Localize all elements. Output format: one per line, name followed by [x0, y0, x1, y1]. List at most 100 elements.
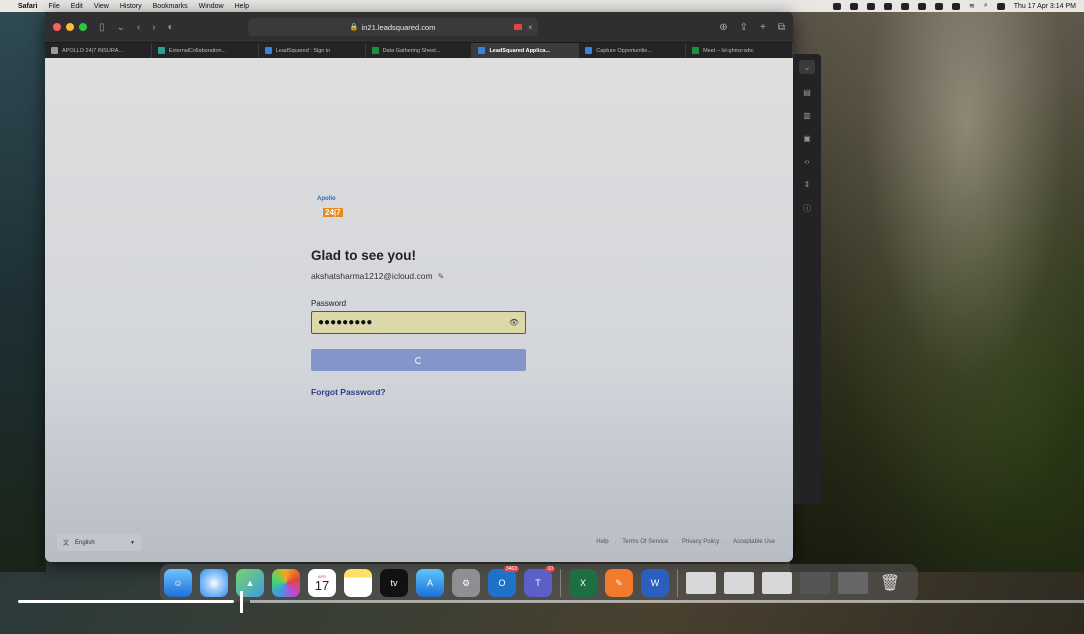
favicon-icon: [51, 47, 58, 54]
back-icon[interactable]: ‹: [137, 22, 140, 33]
tab-overview-icon[interactable]: ⧉: [778, 22, 785, 33]
password-field[interactable]: ●●●●●●●●● 👁: [311, 311, 526, 334]
tab-meet[interactable]: Meet – lxl-ghmz-wbc: [686, 43, 793, 58]
minimized-window-thumbnail[interactable]: [838, 572, 868, 594]
elements-icon[interactable]: ▤: [803, 88, 811, 97]
toolbar-actions: ⊕ ⇪ + ⧉: [719, 22, 785, 33]
recording-icon[interactable]: [513, 24, 522, 30]
calendar-day: 17: [314, 577, 330, 593]
app-store-icon[interactable]: A: [416, 569, 444, 597]
tab-label: APOLLO 24|7 INSURA...: [62, 47, 124, 54]
finder-icon[interactable]: ☺: [164, 569, 192, 597]
battery-icon[interactable]: [951, 2, 960, 10]
new-tab-icon[interactable]: +: [760, 22, 766, 33]
status-icon[interactable]: [849, 2, 858, 10]
minimized-window-thumbnail[interactable]: [800, 572, 830, 594]
tab-external-collaboration[interactable]: ExternalCollaboration...: [152, 43, 259, 58]
status-icon[interactable]: [934, 2, 943, 10]
minimize-window-button[interactable]: [66, 23, 74, 31]
page-footer: 文 English ▼ Help . Terms Of Service . Pr…: [45, 534, 793, 556]
favicon-icon: [371, 47, 379, 54]
forgot-password-link[interactable]: Forgot Password?: [311, 387, 386, 397]
cloud-icon[interactable]: [866, 2, 875, 10]
close-icon[interactable]: ×: [528, 23, 533, 32]
menu-window[interactable]: Window: [199, 3, 224, 10]
outlook-icon[interactable]: O 3463: [488, 566, 519, 597]
menu-help[interactable]: Help: [235, 3, 249, 10]
document-icon[interactable]: ▥: [803, 111, 811, 120]
notes-icon[interactable]: [344, 569, 372, 597]
search-icon[interactable]: ⌕: [984, 2, 988, 10]
status-icon[interactable]: [883, 2, 892, 10]
excel-icon[interactable]: X: [569, 569, 597, 597]
close-window-button[interactable]: [53, 23, 61, 31]
menu-file[interactable]: File: [48, 3, 59, 10]
privacy-shield-icon[interactable]: ◐: [168, 22, 174, 33]
language-select[interactable]: 文 English ▼: [57, 534, 141, 551]
minimized-window-thumbnail[interactable]: [762, 572, 792, 594]
forward-icon[interactable]: ›: [152, 22, 155, 33]
chevron-down-icon[interactable]: ⌄: [799, 60, 815, 74]
terms-link[interactable]: Terms Of Service: [622, 539, 668, 545]
favicon-icon: [692, 47, 700, 54]
menu-edit[interactable]: Edit: [71, 3, 83, 10]
apollo-logo: Apollo 24|7: [317, 196, 345, 218]
notification-badge: 10: [545, 566, 555, 572]
trash-icon[interactable]: 🗑: [876, 569, 904, 597]
window-controls: [53, 23, 87, 31]
tab-data-gathering[interactable]: Data Gathering Sheet...: [366, 43, 473, 58]
edit-email-icon[interactable]: ✎: [438, 272, 445, 281]
settings-icon[interactable]: ⚙: [452, 569, 480, 597]
calendar-icon[interactable]: APR 17: [308, 569, 336, 597]
menu-history[interactable]: History: [120, 3, 142, 10]
menu-view[interactable]: View: [94, 3, 109, 10]
code-icon[interactable]: ‹›: [804, 157, 809, 166]
wifi-icon[interactable]: ≋: [969, 2, 975, 10]
photos-icon[interactable]: [272, 569, 300, 597]
menu-bookmarks[interactable]: Bookmarks: [153, 3, 188, 10]
tab-leadsquared-signin[interactable]: LeadSquared : Sign in: [259, 43, 366, 58]
chevron-down-icon[interactable]: ⌄: [117, 22, 125, 33]
status-icon[interactable]: [917, 2, 926, 10]
zoom-window-button[interactable]: [79, 23, 87, 31]
favicon-icon: [478, 47, 486, 54]
minimized-window-thumbnail[interactable]: [724, 572, 754, 594]
apple-tv-icon[interactable]: tv: [380, 569, 408, 597]
chevron-down-icon: ▼: [130, 539, 135, 546]
video-progress-track[interactable]: [250, 600, 1084, 603]
address-bar[interactable]: 🔒 in21.leadsquared.com ×: [247, 18, 538, 36]
menu-safari[interactable]: Safari: [18, 3, 37, 10]
help-link[interactable]: Help: [596, 539, 608, 545]
download-icon[interactable]: ⊕: [719, 22, 727, 33]
pen-icon[interactable]: ✎: [605, 569, 633, 597]
notification-badge: 3463: [503, 566, 519, 572]
privacy-link[interactable]: Privacy Policy: [682, 539, 719, 545]
show-password-icon[interactable]: 👁: [509, 318, 519, 327]
control-center-icon[interactable]: [996, 2, 1005, 10]
tab-apollo[interactable]: APOLLO 24|7 INSURA...: [45, 43, 152, 58]
translate-icon: 文: [63, 541, 70, 547]
lock-icon: 🔒: [349, 24, 359, 31]
tab-label: Data Gathering Sheet...: [382, 47, 441, 54]
sidebar-toggle-icon[interactable]: ▯: [99, 22, 105, 33]
sort-icon[interactable]: ⇕: [804, 180, 811, 189]
safari-icon[interactable]: ◎: [200, 569, 228, 597]
shield-icon[interactable]: [900, 2, 909, 10]
share-icon[interactable]: ⇪: [740, 22, 748, 33]
status-icon[interactable]: [832, 2, 841, 10]
console-icon[interactable]: ▣: [803, 134, 811, 143]
info-icon[interactable]: ⓘ: [803, 203, 811, 214]
dock-separator: [677, 569, 678, 597]
login-button[interactable]: [311, 349, 526, 371]
word-icon[interactable]: W: [641, 569, 669, 597]
tab-leadsquared-application[interactable]: LeadSquared Applica...: [472, 43, 580, 58]
tab-capture-opportunities[interactable]: Capture Opportunitie...: [579, 43, 687, 58]
wallpaper-right: [790, 12, 1084, 572]
minimized-window-thumbnail[interactable]: [686, 572, 716, 594]
browser-toolbar: ▯ ⌄ ‹ › ◐ 🔒 in21.leadsquared.com × ⊕ ⇪ +…: [45, 12, 793, 42]
teams-icon[interactable]: T 10: [524, 566, 555, 597]
clock[interactable]: Thu 17 Apr 3:14 PM: [1014, 3, 1076, 10]
favicon-icon: [157, 47, 165, 54]
video-scrub-handle[interactable]: [240, 591, 243, 613]
acceptable-use-link[interactable]: Acceptable Use: [733, 539, 775, 545]
